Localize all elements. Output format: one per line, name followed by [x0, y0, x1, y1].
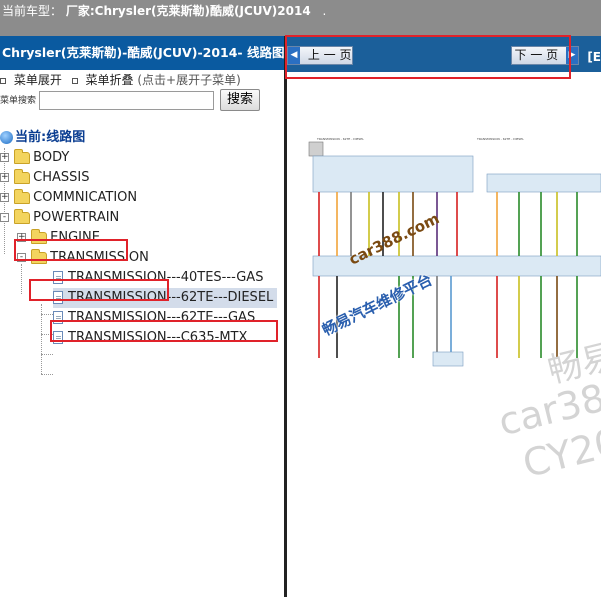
menu-title: Chrysler(克莱斯勒)-酷威(JCUV)-2014- 线路图.: [2, 45, 284, 60]
tree-root-label: 当前:线路图: [15, 130, 86, 145]
diagram-panel: ◀ 上 一 页 下 一 页 ▶ [E TRANSMISSION - 62TE -…: [287, 36, 601, 597]
menu-title-bar: Chrysler(克莱斯勒)-酷威(JCUV)-2014- 线路图.: [0, 36, 284, 70]
model-name: 厂家:Chrysler(克莱斯勒)酷威(JCUV)2014: [65, 4, 311, 18]
tree-item-label: CHASSIS: [33, 170, 90, 185]
expand-plus-icon[interactable]: +: [0, 193, 9, 202]
search-label: 菜单搜索: [0, 96, 37, 106]
tree-item-label: BODY: [33, 150, 70, 165]
upper-right-connector: [486, 173, 601, 193]
expand-all-link[interactable]: 菜单展开: [14, 73, 62, 87]
model-suffix: .: [322, 4, 327, 18]
collapse-minus-icon[interactable]: -: [0, 213, 9, 222]
menu-controls: 菜单展开 菜单折叠 (点击+展开子菜单): [0, 70, 284, 90]
tree-item-commnication[interactable]: + COMMNICATION: [0, 188, 137, 208]
tree-item-powertrain[interactable]: - POWERTRAIN: [0, 208, 119, 228]
lower-connector: [432, 351, 464, 367]
expand-plus-icon[interactable]: +: [0, 153, 9, 162]
collapse-square-icon: [71, 77, 78, 84]
tree-item-label: COMMNICATION: [33, 190, 138, 205]
collapse-hint: (点击+展开子菜单): [137, 73, 241, 87]
highlight-selected-leaf: [50, 320, 278, 342]
current-model-bar: 当前车型： 厂家:Chrysler(克莱斯勒)酷威(JCUV)2014 .: [0, 0, 601, 36]
tree-root[interactable]: 当前:线路图: [0, 128, 85, 148]
folder-icon: [14, 148, 31, 164]
module-component: [308, 141, 324, 157]
highlight-powertrain: [14, 239, 128, 261]
left-menu-panel: Chrysler(克莱斯勒)-酷威(JCUV)-2014- 线路图. 菜单展开 …: [0, 36, 284, 597]
expand-square-icon: [0, 77, 6, 84]
highlight-page-nav: [285, 35, 571, 79]
expand-plus-icon[interactable]: +: [0, 173, 9, 182]
search-input[interactable]: [39, 91, 214, 110]
corner-text: [E: [587, 50, 601, 64]
model-prefix: 当前车型：: [2, 4, 63, 18]
tree-item-label: POWERTRAIN: [33, 210, 120, 225]
collapse-all-link[interactable]: 菜单折叠: [86, 73, 134, 87]
folder-icon: [14, 188, 31, 204]
tree-item-body[interactable]: + BODY: [0, 148, 69, 168]
upper-module-box: [312, 155, 474, 193]
diagram-heading-right: TRANSMISSION - 62TE - DIESEL: [476, 137, 524, 141]
globe-icon: [0, 131, 13, 144]
folder-icon: [14, 168, 31, 184]
highlight-transmission: [29, 279, 169, 301]
search-button[interactable]: 搜索: [220, 89, 260, 111]
tree-item-chassis[interactable]: + CHASSIS: [0, 168, 89, 188]
open-folder-icon: [14, 208, 31, 224]
diagram-heading-left: TRANSMISSION - 62TE - DIESEL: [316, 137, 364, 141]
